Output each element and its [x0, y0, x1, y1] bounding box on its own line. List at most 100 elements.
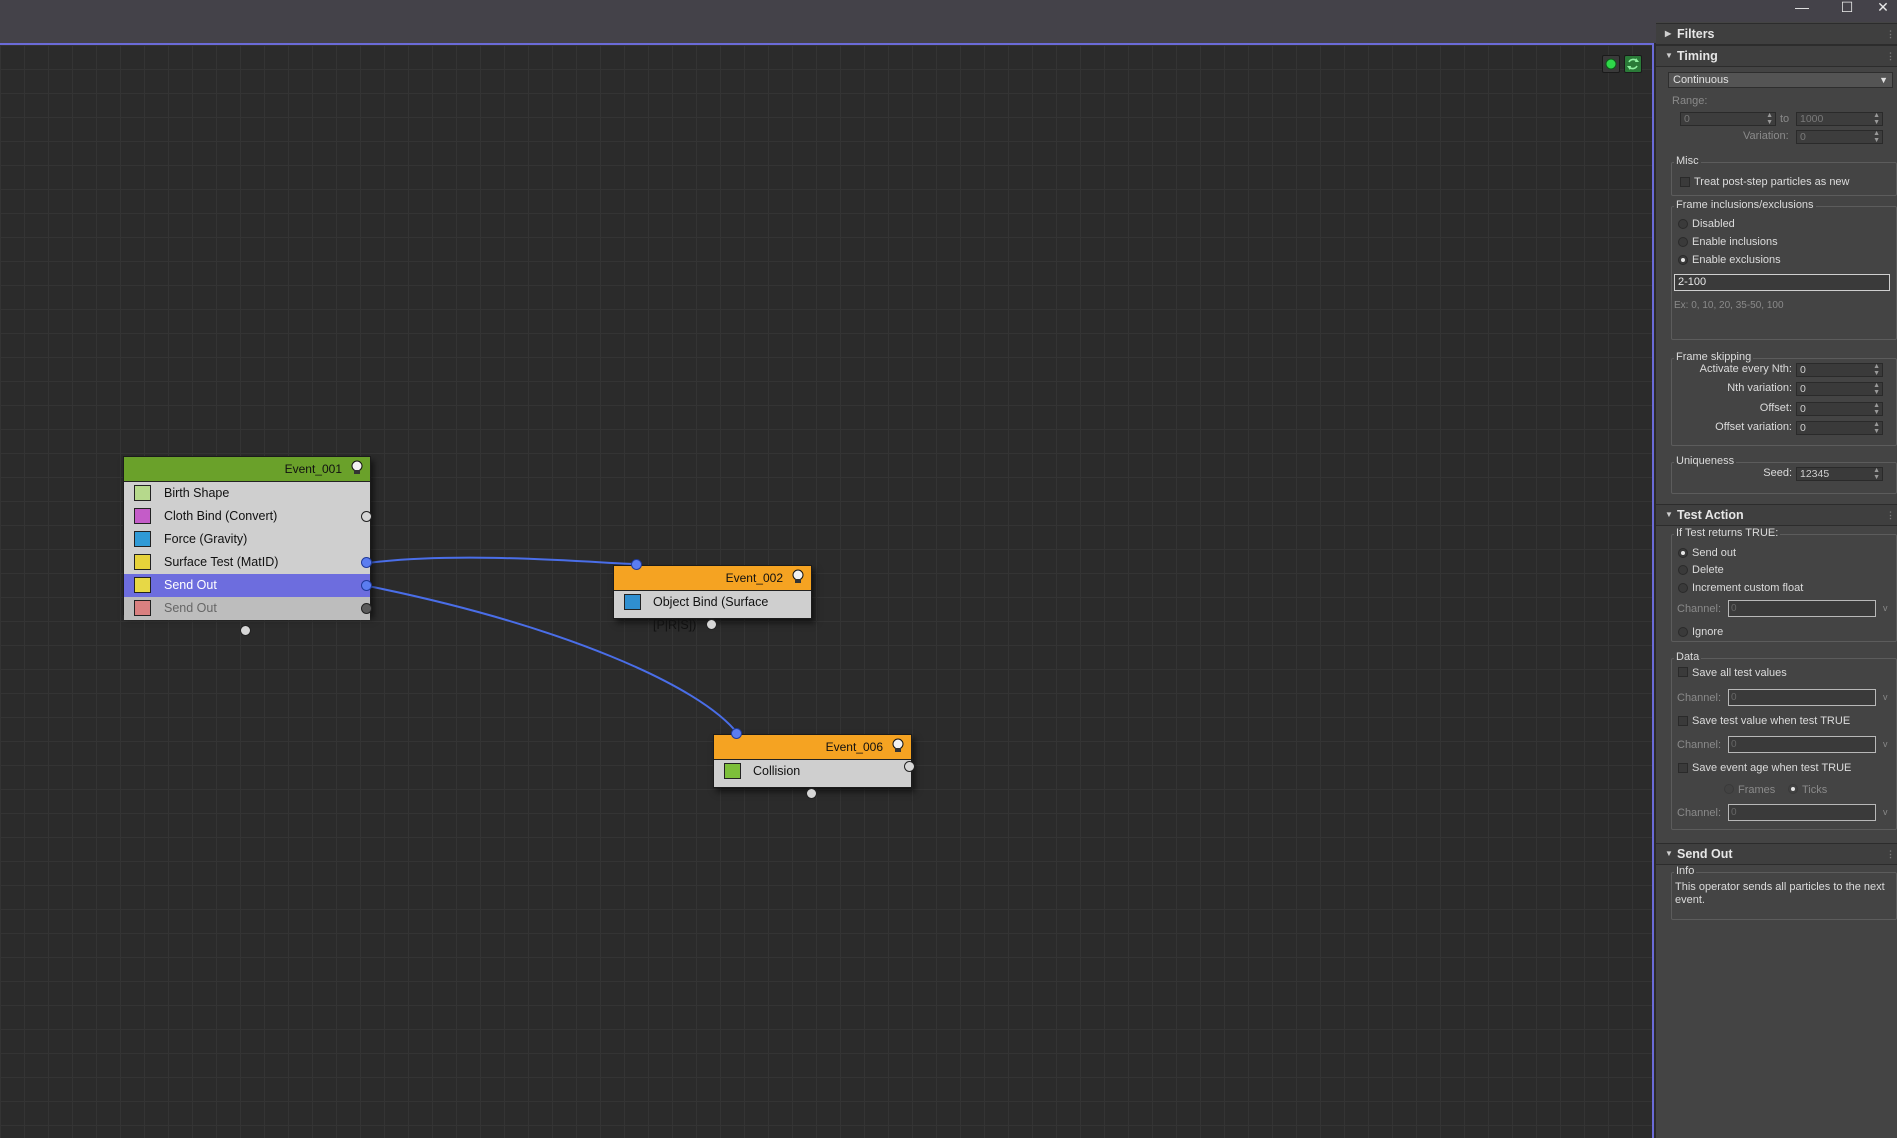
lightbulb-icon[interactable] [350, 460, 364, 476]
maximize-button[interactable]: ☐ [1830, 0, 1864, 14]
enable-inclusions-label: Enable inclusions [1692, 236, 1778, 248]
radio-ticks[interactable] [1788, 784, 1798, 794]
collision-icon [724, 763, 741, 779]
output-port-collision[interactable] [904, 761, 915, 772]
event-001-node[interactable]: Event_001 Birth Shape Cloth Bind (Conver… [123, 456, 371, 620]
dropdown-value: Continuous [1673, 74, 1729, 86]
spinner-arrows-icon: ▲ ▼ [1766, 112, 1773, 126]
offset-spinner[interactable]: 0 ▲ ▼ [1796, 402, 1883, 416]
rollout-send-out[interactable]: ▼ Send Out ⋮ [1656, 843, 1897, 865]
active-indicator[interactable] [1602, 55, 1620, 73]
output-port-surface-test[interactable] [361, 557, 372, 568]
operator-send-out[interactable]: Send Out [124, 574, 370, 597]
range-to-spinner[interactable]: 1000 ▲ ▼ [1796, 112, 1883, 126]
window-title-bar: — ☐ ✕ [0, 0, 1897, 43]
lightbulb-icon[interactable] [891, 738, 905, 754]
radio-increment-custom-float[interactable] [1678, 583, 1688, 593]
radio-delete[interactable] [1678, 565, 1688, 575]
output-port-send-out-disabled[interactable] [361, 603, 372, 614]
event-002-node[interactable]: Event_002 Object Bind (Surface [P|R|S]) [613, 565, 812, 632]
event-006-header[interactable]: Event_006 [714, 735, 911, 760]
radio-frames[interactable] [1724, 784, 1734, 794]
spinner-value: 0 [1684, 113, 1690, 125]
channel-dropdown-icon[interactable]: v [1883, 603, 1888, 613]
operator-birth-shape[interactable]: Birth Shape [124, 482, 370, 505]
particle-view-canvas[interactable]: Event_001 Birth Shape Cloth Bind (Conver… [0, 43, 1654, 1138]
channel-dropdown-icon[interactable]: v [1883, 692, 1888, 702]
offset-variation-spinner[interactable]: 0 ▲ ▼ [1796, 421, 1883, 435]
disabled-label: Disabled [1692, 218, 1735, 230]
event-006-node[interactable]: Event_006 Collision [713, 734, 912, 788]
output-port-send-out[interactable] [361, 580, 372, 591]
frames-label: Frames [1738, 784, 1776, 796]
spinner-value: 0 [1800, 422, 1806, 434]
rollout-timing[interactable]: ▼ Timing ⋮ [1656, 45, 1897, 67]
save-true-channel-input[interactable]: 0 [1728, 736, 1876, 753]
channel-value: 0 [1731, 739, 1737, 750]
delete-option-label: Delete [1692, 564, 1724, 576]
rollout-test-action[interactable]: ▼ Test Action ⋮ [1656, 504, 1897, 526]
save-true-label: Save test value when test TRUE [1692, 715, 1851, 727]
save-true-checkbox[interactable] [1678, 716, 1688, 726]
channel-dropdown-icon[interactable]: v [1883, 739, 1888, 749]
channel-value: 0 [1731, 807, 1737, 818]
nth-variation-spinner[interactable]: 0 ▲ ▼ [1796, 382, 1883, 396]
event-006-input-port[interactable] [731, 728, 742, 739]
nth-spinner[interactable]: 0 ▲ ▼ [1796, 363, 1883, 377]
operator-cloth-bind[interactable]: Cloth Bind (Convert) [124, 505, 370, 528]
save-all-channel-input[interactable]: 0 [1728, 689, 1876, 706]
spinner-value: 12345 [1800, 468, 1830, 480]
increment-channel-input[interactable]: 0 [1728, 600, 1876, 617]
grip-icon: ⋮ [1886, 849, 1895, 859]
radio-send-out[interactable] [1678, 548, 1688, 558]
minimize-button[interactable]: — [1785, 0, 1819, 14]
wire-event001-to-event002[interactable] [367, 556, 637, 566]
save-all-checkbox[interactable] [1678, 667, 1688, 677]
radio-ignore[interactable] [1678, 627, 1688, 637]
radio-enable-exclusions[interactable] [1678, 255, 1688, 265]
radio-disabled[interactable] [1678, 219, 1688, 229]
event-002-input-port[interactable] [631, 559, 642, 570]
operator-send-out-disabled[interactable]: Send Out [124, 597, 370, 620]
surface-test-icon [134, 554, 151, 570]
offset-label: Offset: [1759, 402, 1792, 414]
event-001-input-port[interactable] [240, 625, 251, 636]
timing-mode-dropdown[interactable]: Continuous ▼ [1668, 72, 1893, 88]
spinner-value: 0 [1800, 364, 1806, 376]
refresh-button[interactable] [1624, 55, 1642, 73]
event-002-bottom-port[interactable] [706, 619, 717, 630]
event-006-bottom-port[interactable] [806, 788, 817, 799]
save-age-channel-input[interactable]: 0 [1728, 804, 1876, 821]
cloth-bind-icon [134, 508, 151, 524]
channel-dropdown-icon[interactable]: v [1883, 807, 1888, 817]
seed-spinner[interactable]: 12345 ▲ ▼ [1796, 467, 1883, 481]
frames-input[interactable]: 2-100 [1674, 274, 1890, 291]
event-001-header[interactable]: Event_001 [124, 457, 370, 482]
force-icon [134, 531, 151, 547]
treat-post-step-label: Treat post-step particles as new [1694, 176, 1850, 188]
event-002-header[interactable]: Event_002 [614, 566, 811, 591]
operator-collision[interactable]: Collision [714, 760, 911, 783]
frame-inclusions-title: Frame inclusions/exclusions [1674, 199, 1816, 211]
grip-icon: ⋮ [1886, 29, 1895, 39]
variation-spinner[interactable]: 0 ▲ ▼ [1796, 130, 1883, 144]
treat-post-step-checkbox[interactable] [1680, 177, 1690, 187]
operator-label: Force (Gravity) [164, 532, 248, 546]
channel-label: Channel: [1677, 603, 1722, 615]
chevron-down-icon: ▼ [1879, 75, 1888, 85]
lightbulb-icon[interactable] [791, 569, 805, 585]
range-label: Range: [1672, 95, 1708, 107]
operator-object-bind[interactable]: Object Bind (Surface [P|R|S]) [614, 591, 811, 632]
range-from-spinner[interactable]: 0 ▲ ▼ [1680, 112, 1776, 126]
spinner-arrows-icon: ▲ ▼ [1873, 421, 1880, 435]
radio-enable-inclusions[interactable] [1678, 237, 1688, 247]
output-port-cloth-bind[interactable] [361, 511, 372, 522]
rollout-filters[interactable]: ▶ Filters ⋮ [1656, 23, 1897, 45]
save-age-checkbox[interactable] [1678, 763, 1688, 773]
rollout-title: Test Action [1677, 508, 1744, 522]
operator-force-gravity[interactable]: Force (Gravity) [124, 528, 370, 551]
enable-exclusions-label: Enable exclusions [1692, 254, 1781, 266]
operator-surface-test[interactable]: Surface Test (MatID) [124, 551, 370, 574]
increment-option-label: Increment custom float [1692, 582, 1804, 594]
close-button[interactable]: ✕ [1866, 0, 1897, 14]
